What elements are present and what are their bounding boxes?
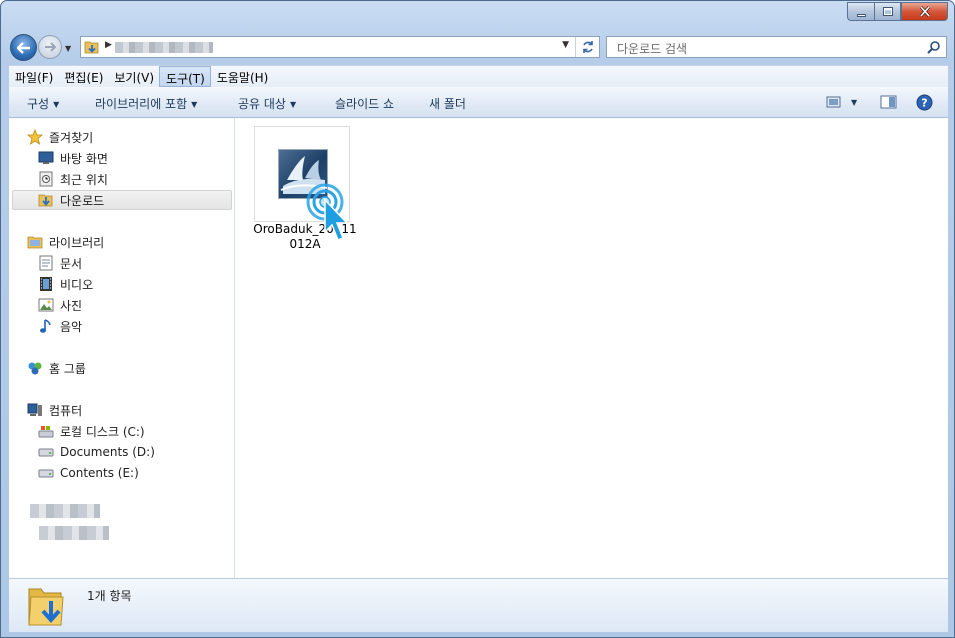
window-controls (847, 2, 948, 21)
computer-icon (27, 402, 43, 418)
picture-icon (38, 297, 54, 313)
nav-documents-label: 문서 (60, 256, 83, 271)
minimize-icon (856, 13, 866, 17)
search-placeholder: 다운로드 검색 (617, 42, 688, 56)
nav-favorites-label: 즐겨찾기 (49, 130, 94, 145)
libraries-icon (27, 234, 43, 250)
nav-videos[interactable]: 비디오 (38, 274, 228, 294)
item-count: 1개 항목 (87, 589, 132, 603)
help-icon[interactable]: ? (916, 94, 933, 111)
navigation-pane: 즐겨찾기 바탕 화면 최근 위치 다운로드 라이브러리 문서 비디오 사진 음악… (9, 118, 235, 578)
nav-local-disk-c-label: 로컬 디스크 (C:) (60, 424, 145, 439)
maximize-button[interactable] (874, 2, 901, 21)
close-icon (919, 6, 930, 17)
nav-downloads-label: 다운로드 (60, 193, 105, 208)
change-view-icon[interactable] (826, 95, 842, 109)
chevron-down-icon: ▼ (53, 100, 60, 109)
address-path-redacted (115, 42, 213, 53)
nav-pictures[interactable]: 사진 (38, 295, 228, 315)
status-bar: 1개 항목 (9, 578, 948, 632)
nav-documents[interactable]: 문서 (38, 253, 228, 273)
nav-recent-places-label: 최근 위치 (60, 172, 108, 187)
menu-view[interactable]: 보기(V) (108, 66, 159, 87)
back-arrow-icon (16, 41, 30, 54)
homegroup-icon (27, 360, 43, 376)
downloads-icon (38, 192, 54, 208)
nav-local-disk-c[interactable]: 로컬 디스크 (C:) (38, 421, 228, 441)
share-with-button[interactable]: 공유 대상 ▼ (238, 95, 296, 112)
menu-edit[interactable]: 편집(E) (58, 66, 108, 87)
refresh-icon (582, 41, 593, 53)
menu-bar: 파일(F) 편집(E) 보기(V) 도구(T) 도움말(H) (9, 65, 948, 87)
address-dropdown[interactable]: ▼ (562, 40, 569, 50)
breadcrumb-separator-icon[interactable]: ▶ (105, 40, 112, 50)
address-bar[interactable]: ▶ ▼ (80, 36, 600, 58)
nav-recent-places[interactable]: 최근 위치 (38, 169, 228, 189)
menu-file[interactable]: 파일(F) (9, 66, 58, 87)
star-icon (27, 129, 43, 145)
menu-help[interactable]: 도움말(H) (211, 66, 274, 87)
nav-drive-e-label: Contents (E:) (60, 466, 139, 480)
forward-button[interactable] (38, 35, 62, 59)
view-options-dropdown[interactable]: ▼ (851, 98, 857, 107)
nav-libraries[interactable]: 라이브러리 (27, 232, 251, 252)
nav-desktop[interactable]: 바탕 화면 (38, 148, 228, 168)
nav-homegroup-label: 홈 그룹 (49, 361, 86, 376)
new-folder-label: 새 폴더 (429, 97, 466, 111)
nav-homegroup[interactable]: 홈 그룹 (27, 358, 251, 378)
downloads-folder-icon (84, 41, 99, 54)
nav-pictures-label: 사진 (60, 298, 83, 313)
include-library-label: 라이브러리에 포함 (95, 97, 188, 111)
new-folder-button[interactable]: 새 폴더 (429, 95, 466, 112)
search-box[interactable]: 다운로드 검색 (606, 36, 947, 58)
music-note-icon (38, 318, 54, 334)
search-icon[interactable] (927, 40, 941, 54)
system-drive-icon (38, 423, 54, 439)
drive-icon (38, 444, 54, 460)
network-item-redacted (39, 526, 109, 540)
preview-pane-icon[interactable] (880, 95, 897, 109)
recent-pages-dropdown[interactable]: ▼ (65, 44, 71, 53)
organize-button[interactable]: 구성 ▼ (27, 95, 59, 112)
nav-libraries-label: 라이브러리 (49, 235, 105, 250)
back-button[interactable] (10, 34, 37, 61)
nav-favorites[interactable]: 즐겨찾기 (27, 127, 251, 147)
recent-places-icon (38, 171, 54, 187)
chevron-down-icon: ▼ (289, 100, 297, 109)
include-library-button[interactable]: 라이브러리에 포함 ▼ (95, 95, 197, 112)
nav-music-label: 음악 (60, 319, 83, 334)
drive-icon (38, 465, 54, 481)
minimize-button[interactable] (847, 2, 874, 21)
menu-tools[interactable]: 도구(T) (159, 66, 211, 87)
network-item-redacted (30, 504, 100, 518)
click-cursor-icon (306, 183, 349, 241)
forward-arrow-icon (45, 42, 56, 52)
organize-label: 구성 (27, 97, 50, 111)
slideshow-button[interactable]: 슬라이드 쇼 (335, 95, 394, 112)
nav-computer-label: 컴퓨터 (49, 403, 83, 418)
nav-drive-d-label: Documents (D:) (60, 445, 155, 459)
share-with-label: 공유 대상 (238, 97, 286, 111)
maximize-icon (882, 7, 893, 16)
refresh-button[interactable] (575, 37, 599, 57)
chevron-down-icon: ▼ (191, 100, 198, 109)
explorer-window: ▼ ▶ ▼ 다운로드 검색 파일(F) 편집(E) 보기(V) 도구(T) 도움… (0, 0, 955, 638)
video-icon (38, 276, 54, 292)
nav-videos-label: 비디오 (60, 277, 94, 292)
nav-music[interactable]: 음악 (38, 316, 228, 336)
document-icon (38, 255, 54, 271)
nav-computer[interactable]: 컴퓨터 (27, 400, 251, 420)
close-button[interactable] (901, 2, 948, 21)
nav-downloads[interactable]: 다운로드 (12, 190, 232, 210)
nav-drive-e[interactable]: Contents (E:) (38, 463, 228, 483)
command-bar: 구성 ▼ 라이브러리에 포함 ▼ 공유 대상 ▼ 슬라이드 쇼 새 폴더 ▼ ? (9, 87, 948, 118)
svg-text:?: ? (921, 97, 927, 110)
slideshow-label: 슬라이드 쇼 (335, 97, 395, 111)
desktop-icon (38, 150, 54, 166)
downloads-folder-large-icon (28, 588, 64, 626)
nav-desktop-label: 바탕 화면 (60, 151, 108, 166)
nav-drive-d[interactable]: Documents (D:) (38, 442, 228, 462)
